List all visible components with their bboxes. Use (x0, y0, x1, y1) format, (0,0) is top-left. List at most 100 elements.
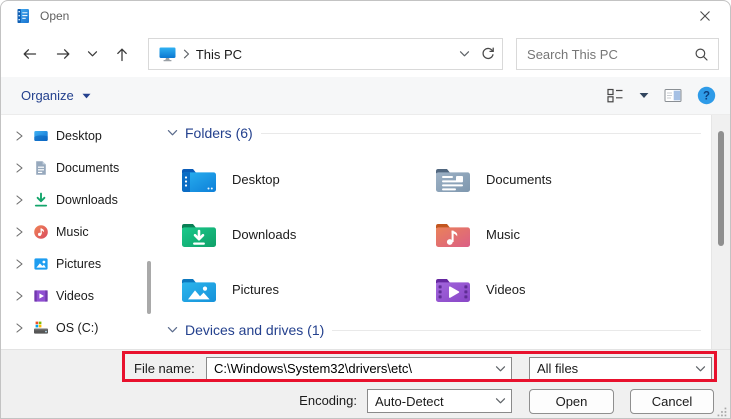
organize-label: Organize (21, 88, 74, 103)
desktop-icon (33, 128, 49, 144)
folder-tile-desktop[interactable]: Desktop (179, 152, 433, 207)
pictures-icon (33, 256, 49, 272)
encoding-dropdown[interactable]: Auto-Detect (367, 389, 512, 413)
search-input[interactable] (527, 47, 694, 62)
file-type-dropdown[interactable]: All files (529, 357, 712, 380)
chevron-right-icon[interactable] (14, 322, 24, 334)
folder-tile-music[interactable]: Music (433, 207, 687, 262)
documents-icon (33, 160, 49, 176)
items-view: Folders (6) Desktop (153, 115, 711, 349)
breadcrumb[interactable]: This PC (158, 46, 242, 62)
chevron-right-icon[interactable] (14, 226, 24, 238)
chevron-right-icon[interactable] (14, 290, 24, 302)
search-box[interactable] (516, 38, 719, 70)
vertical-scrollbar-thumb[interactable] (718, 131, 724, 246)
chevron-down-icon[interactable] (489, 365, 511, 373)
open-button[interactable]: Open (529, 389, 614, 414)
sidebar-item-label: Downloads (56, 193, 118, 207)
sidebar-item-label: OS (C:) (56, 321, 98, 335)
back-button[interactable] (12, 39, 47, 69)
vertical-scrollbar[interactable] (711, 115, 730, 349)
section-label: Folders (6) (185, 125, 253, 141)
folder-tile-downloads[interactable]: Downloads (179, 207, 433, 262)
sidebar-item-downloads[interactable]: Downloads (1, 184, 153, 216)
sidebar-item-label: Music (56, 225, 89, 239)
chevron-down-icon[interactable] (167, 326, 178, 334)
view-dropdown-button[interactable] (639, 92, 649, 99)
section-header-folders[interactable]: Folders (6) (153, 122, 701, 144)
file-name-combobox[interactable] (206, 357, 512, 380)
cancel-button[interactable]: Cancel (630, 389, 714, 414)
folder-name: Pictures (232, 282, 279, 297)
title-bar: Open (1, 1, 730, 31)
help-button[interactable]: ? (697, 86, 716, 105)
folder-documents-icon (433, 164, 473, 196)
view-options-icon (607, 88, 624, 103)
file-type-value: All files (530, 361, 689, 376)
folder-name: Music (486, 227, 520, 242)
close-button[interactable] (688, 3, 722, 29)
folder-name: Documents (486, 172, 552, 187)
chevron-right-icon[interactable] (14, 258, 24, 270)
address-dropdown-icon[interactable] (459, 50, 470, 58)
sidebar-item-label: Videos (56, 289, 94, 303)
chevron-down-icon[interactable] (489, 397, 511, 405)
folder-tile-documents[interactable]: Documents (433, 152, 687, 207)
this-pc-icon (158, 46, 177, 62)
open-button-label: Open (556, 394, 588, 409)
preview-pane-icon (664, 88, 682, 103)
chevron-down-icon[interactable] (689, 365, 711, 373)
forward-button[interactable] (47, 39, 82, 69)
arrow-right-icon (55, 46, 72, 62)
recent-locations-button[interactable] (81, 39, 104, 69)
sidebar-item-videos[interactable]: Videos (1, 280, 153, 312)
chevron-right-icon (183, 49, 190, 59)
chevron-right-icon[interactable] (14, 162, 24, 174)
downloads-icon (33, 192, 49, 208)
resize-grip[interactable] (717, 407, 727, 417)
chevron-right-icon[interactable] (14, 194, 24, 206)
sidebar-scrollbar-thumb[interactable] (147, 261, 151, 314)
open-dialog-window: Open (0, 0, 731, 419)
preview-pane-button[interactable] (664, 88, 682, 103)
file-name-input[interactable] (207, 361, 489, 376)
command-toolbar: Organize (1, 77, 730, 115)
folder-name: Videos (486, 282, 526, 297)
search-icon[interactable] (694, 47, 709, 62)
sidebar-item-label: Pictures (56, 257, 101, 271)
arrow-up-icon (114, 46, 130, 63)
refresh-icon[interactable] (480, 46, 496, 62)
folder-name: Desktop (232, 172, 280, 187)
dropdown-arrow-icon (639, 92, 649, 99)
section-header-devices[interactable]: Devices and drives (1) (153, 319, 701, 341)
sidebar-item-label: Documents (56, 161, 119, 175)
folders-grid: Desktop Documents (179, 152, 687, 317)
sidebar-item-desktop[interactable]: Desktop (1, 120, 153, 152)
window-title: Open (40, 9, 69, 23)
view-options-button[interactable] (607, 88, 624, 103)
sidebar-item-documents[interactable]: Documents (1, 152, 153, 184)
drive-icon (33, 320, 49, 336)
navigation-bar: This PC (1, 31, 730, 77)
sidebar-item-music[interactable]: Music (1, 216, 153, 248)
folder-downloads-icon (179, 219, 219, 251)
folder-tile-pictures[interactable]: Pictures (179, 262, 433, 317)
folder-music-icon (433, 219, 473, 251)
address-bar[interactable]: This PC (148, 38, 503, 70)
help-glyph: ? (703, 91, 710, 103)
navigation-pane: Desktop Documents (1, 115, 153, 349)
organize-button[interactable]: Organize (21, 88, 91, 103)
chevron-down-icon[interactable] (167, 129, 178, 137)
address-location: This PC (196, 47, 242, 62)
help-icon: ? (697, 86, 716, 105)
folder-tile-videos[interactable]: Videos (433, 262, 687, 317)
chevron-right-icon[interactable] (14, 130, 24, 142)
up-button[interactable] (104, 39, 139, 69)
section-divider (261, 133, 701, 134)
dropdown-arrow-icon (82, 93, 91, 99)
folder-pictures-icon (179, 274, 219, 306)
sidebar-item-os-c[interactable]: OS (C:) (1, 312, 153, 344)
section-divider (332, 330, 701, 331)
notepad-icon (15, 8, 31, 24)
sidebar-item-pictures[interactable]: Pictures (1, 248, 153, 280)
